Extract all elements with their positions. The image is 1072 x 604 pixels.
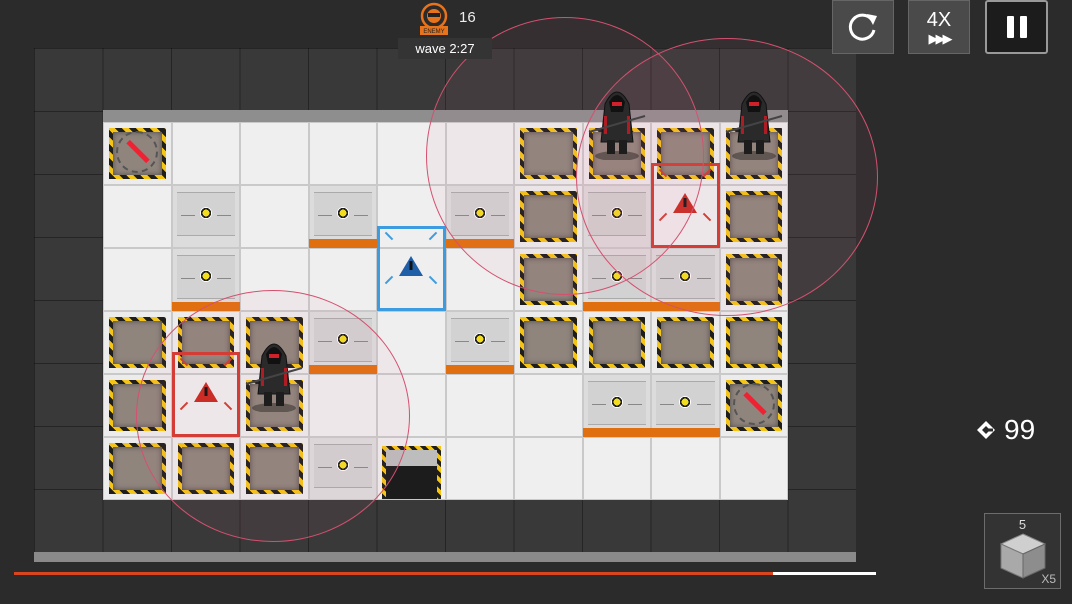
pause-icon <box>1020 16 1027 38</box>
enemy-icon-text: ENEMY <box>423 29 444 35</box>
floor-tile[interactable] <box>308 122 377 185</box>
hooded-caster[interactable] <box>244 332 304 413</box>
marker-corner <box>384 275 394 285</box>
pad-light-icon <box>610 396 623 408</box>
pad-light-icon <box>473 333 486 345</box>
crate-icon <box>657 317 714 368</box>
deploy-pad-tile[interactable] <box>582 374 651 437</box>
wave-progress-bar <box>14 572 876 575</box>
pad-stripe <box>445 365 514 374</box>
hooded-gunner-1[interactable] <box>587 80 647 161</box>
crate-icon <box>725 317 782 368</box>
restart-icon <box>848 13 877 41</box>
pad-stripe <box>582 302 651 311</box>
marker-corner <box>384 231 394 241</box>
cost-icon <box>977 421 995 439</box>
crate-icon <box>520 317 577 368</box>
deploy-pad-tile[interactable] <box>445 311 514 374</box>
floor-tile[interactable] <box>103 185 172 248</box>
hazard-crate-tile[interactable] <box>651 311 720 374</box>
floor-tile[interactable] <box>514 374 583 437</box>
speed-toggle-button[interactable]: 4X ▶▶▶ <box>908 0 970 54</box>
marker-corner <box>428 231 438 241</box>
hooded-enemy-icon <box>725 91 782 161</box>
deploy-pad-tile[interactable] <box>171 185 240 248</box>
wave-progress-fill <box>14 572 773 575</box>
floor-tile[interactable] <box>103 248 172 311</box>
hazard-crate-tile[interactable] <box>514 311 583 374</box>
floor-tile[interactable] <box>171 122 240 185</box>
arena-edge <box>34 552 856 562</box>
floor-tile[interactable] <box>240 185 309 248</box>
marker-corner <box>428 275 438 285</box>
enemy-count: 16 <box>459 9 476 26</box>
exclamation-icon <box>409 261 413 271</box>
pad-light-icon <box>679 396 691 408</box>
hooded-enemy-icon <box>588 91 645 161</box>
pad-light-icon <box>199 207 212 219</box>
floor-tile[interactable] <box>719 437 788 500</box>
pad-stripe <box>308 239 377 248</box>
restart-button[interactable] <box>832 0 894 54</box>
hooded-enemy-icon <box>245 343 303 413</box>
device-tile[interactable] <box>103 122 172 185</box>
enemy-range-circle <box>136 290 410 542</box>
deploy-card-count: X5 <box>1041 572 1056 586</box>
floor-tile[interactable] <box>582 437 651 500</box>
floor-tile[interactable] <box>445 437 514 500</box>
wave-timer: wave 2:27 <box>398 38 492 59</box>
pad-stripe <box>582 428 651 437</box>
enemy-counter-icon: ENEMY <box>416 2 452 36</box>
floor-tile[interactable] <box>651 437 720 500</box>
device-tile[interactable] <box>719 374 788 437</box>
deploy-pad-tile[interactable] <box>308 185 377 248</box>
pad-stripe <box>651 428 720 437</box>
hazard-crate-tile[interactable] <box>582 311 651 374</box>
crate-icon <box>588 317 645 368</box>
pause-icon <box>1007 16 1014 38</box>
deploy-card[interactable]: 5 X5 <box>984 513 1061 589</box>
hazard-crate-tile[interactable] <box>719 311 788 374</box>
pad-light-icon <box>199 270 212 282</box>
speed-label: 4X <box>926 9 952 31</box>
floor-tile[interactable] <box>445 374 514 437</box>
deploy-points: 99 <box>976 414 1035 446</box>
deploy-points-value: 99 <box>1004 414 1036 445</box>
hooded-gunner-2[interactable] <box>724 80 784 161</box>
pad-light-icon <box>336 207 349 219</box>
floor-tile[interactable] <box>240 122 309 185</box>
friendly-zone-marker[interactable] <box>377 226 446 311</box>
fast-forward-icon: ▶▶▶ <box>928 31 953 46</box>
pause-button[interactable] <box>985 0 1048 54</box>
floor-tile[interactable] <box>514 437 583 500</box>
deploy-pad-tile[interactable] <box>651 374 720 437</box>
